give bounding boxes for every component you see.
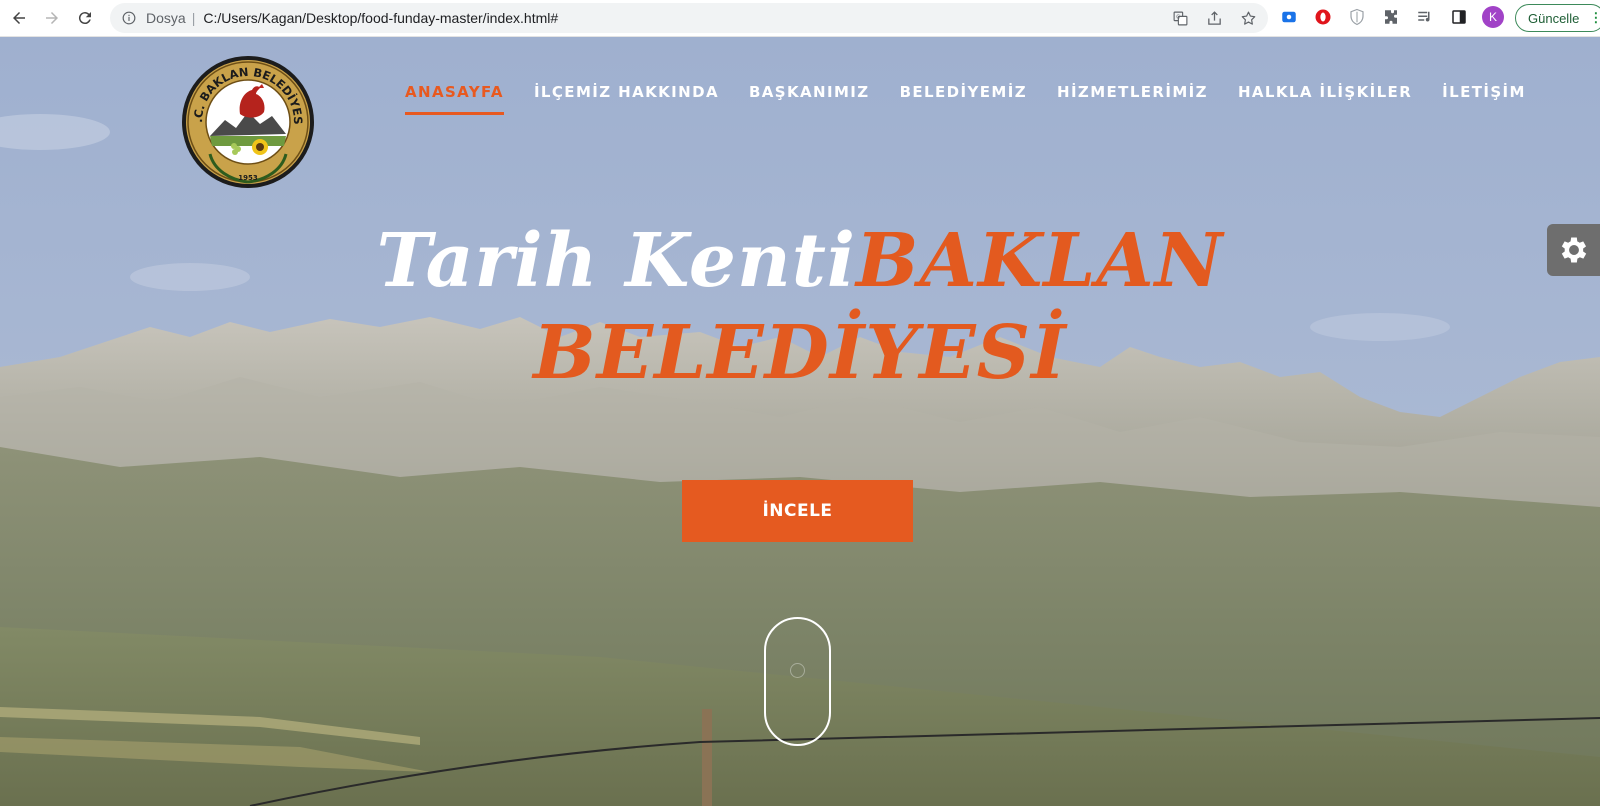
nav-item-iletisim[interactable]: İLETİŞİM bbox=[1442, 83, 1526, 115]
hero-title-part2: BAKLAN bbox=[856, 218, 1224, 304]
reload-icon bbox=[78, 12, 91, 25]
update-button[interactable]: Güncelle ⋮ bbox=[1515, 4, 1600, 32]
nav-item-belediyemiz[interactable]: BELEDİYEMİZ bbox=[900, 83, 1027, 115]
site-logo[interactable]: T.C. BAKLAN BELEDİYESİ 1953 bbox=[177, 42, 316, 190]
nav-item-hizmetlerimiz[interactable]: HİZMETLERİMİZ bbox=[1057, 83, 1208, 115]
opera-icon[interactable] bbox=[1312, 6, 1334, 28]
logo-year: 1953 bbox=[238, 174, 258, 182]
reload-button[interactable] bbox=[70, 3, 100, 33]
profile-avatar[interactable]: K bbox=[1482, 6, 1504, 28]
nav-item-ilcemiz-hakkinda[interactable]: İLÇEMİZ HAKKINDA bbox=[534, 83, 719, 115]
svg-text:G: G bbox=[1176, 14, 1180, 20]
media-icon[interactable] bbox=[1414, 6, 1436, 28]
nav-item-baskanimiz[interactable]: BAŞKANIMIZ bbox=[749, 83, 870, 115]
translate-icon[interactable]: G bbox=[1170, 8, 1190, 28]
share-icon[interactable] bbox=[1204, 8, 1224, 28]
nav-item-halkla-iliskiler[interactable]: HALKLA İLİŞKİLER bbox=[1238, 83, 1412, 115]
extensions-icon[interactable] bbox=[1380, 6, 1402, 28]
gear-icon bbox=[1561, 237, 1587, 263]
incele-button[interactable]: İNCELE bbox=[682, 480, 913, 542]
nav-item-anasayfa[interactable]: ANASAYFA bbox=[405, 83, 504, 115]
forward-icon bbox=[46, 12, 58, 24]
forward-button[interactable] bbox=[37, 3, 67, 33]
main-navigation: ANASAYFA İLÇEMİZ HAKKINDA BAŞKANIMIZ BEL… bbox=[405, 83, 1526, 115]
shield-icon[interactable] bbox=[1346, 6, 1368, 28]
sidepanel-icon[interactable] bbox=[1448, 6, 1470, 28]
url-text[interactable]: C:/Users/Kagan/Desktop/food-funday-maste… bbox=[203, 10, 558, 26]
scroll-down-indicator[interactable] bbox=[764, 617, 831, 746]
update-label: Güncelle bbox=[1528, 10, 1580, 26]
settings-panel-toggle[interactable] bbox=[1547, 224, 1600, 276]
menu-dots-icon[interactable]: ⋮ bbox=[1589, 10, 1600, 26]
scheme-separator: | bbox=[191, 10, 196, 26]
browser-toolbar: Dosya | C:/Users/Kagan/Desktop/food-fund… bbox=[0, 0, 1600, 37]
hero-title: Tarih KentiBAKLAN BELEDİYESİ bbox=[0, 215, 1600, 399]
hero-title-part1: Tarih Kenti bbox=[376, 218, 857, 304]
star-icon[interactable] bbox=[1238, 8, 1258, 28]
screencast-icon[interactable] bbox=[1278, 6, 1300, 28]
info-icon[interactable] bbox=[122, 11, 136, 25]
hero-title-line2: BELEDİYESİ bbox=[533, 310, 1067, 396]
scheme-label: Dosya bbox=[146, 10, 186, 26]
scroll-dot-icon bbox=[790, 663, 805, 678]
address-bar[interactable]: Dosya | C:/Users/Kagan/Desktop/food-fund… bbox=[110, 3, 1268, 33]
page-viewport: T.C. BAKLAN BELEDİYESİ 1953 ANASAYFA İLÇ… bbox=[0, 37, 1600, 806]
back-icon bbox=[13, 12, 25, 24]
back-button[interactable] bbox=[4, 3, 34, 33]
